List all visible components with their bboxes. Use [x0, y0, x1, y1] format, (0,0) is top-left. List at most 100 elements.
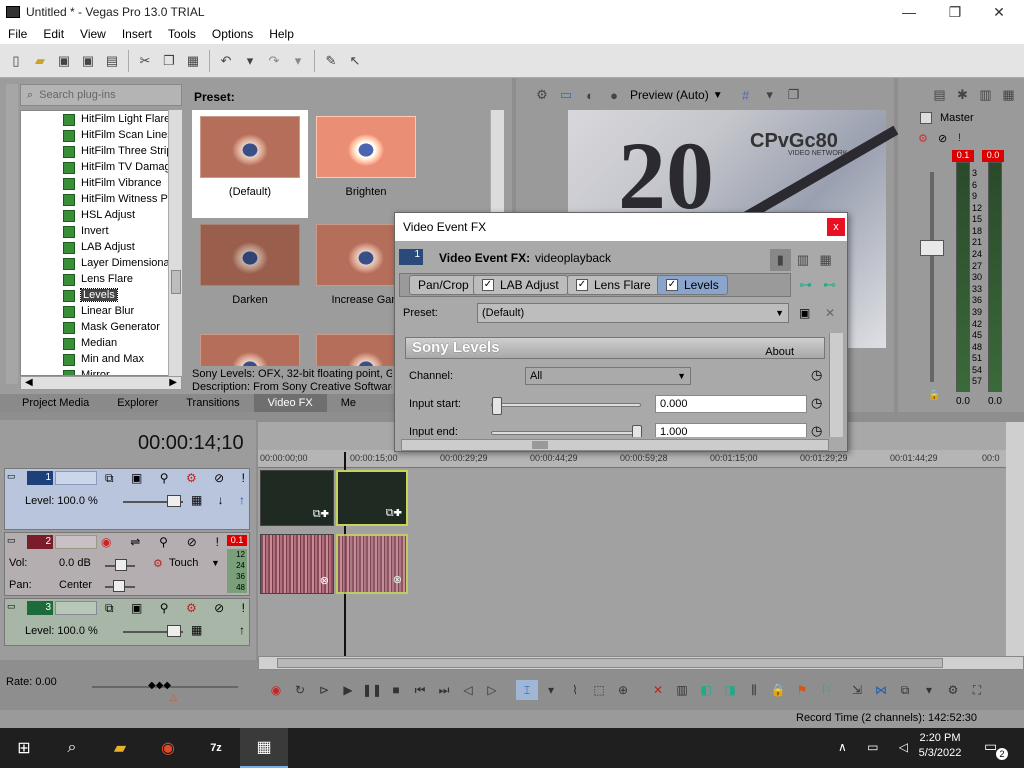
vol-slider[interactable] — [105, 559, 135, 571]
view-grid-icon[interactable]: ▦ — [815, 249, 836, 271]
master-fx-icon[interactable]: ⚙ — [918, 132, 928, 145]
next-frame-icon[interactable]: ▷ — [481, 680, 503, 700]
compositing-mode-icon[interactable]: ⧉ — [105, 601, 114, 616]
hscroll-thumb[interactable] — [277, 658, 943, 668]
preview-dropdown-icon[interactable]: ▼ — [713, 90, 723, 101]
input-end-slider[interactable] — [491, 425, 642, 437]
up-icon[interactable]: ↑ — [239, 623, 245, 637]
pause-icon[interactable]: ❚❚ — [361, 680, 383, 700]
clip-pan-crop-icon[interactable]: ⧉✚ — [313, 508, 329, 521]
preset-select[interactable]: (Default) ▼ — [477, 303, 789, 323]
pan-slider[interactable] — [105, 580, 135, 592]
preset-default[interactable]: (Default) — [192, 110, 308, 218]
plugin-item[interactable]: HitFilm Scan Lines — [21, 127, 181, 143]
master-fader-knob[interactable] — [920, 240, 944, 256]
fx-icon[interactable]: ⚲ — [159, 535, 168, 549]
track-name-field[interactable] — [55, 601, 97, 615]
lock-icon[interactable]: 🔒 — [928, 390, 940, 401]
vegas-taskbar-icon[interactable]: ▦ — [240, 728, 288, 768]
plugin-item[interactable]: Invert — [21, 223, 181, 239]
chain-lens-flare[interactable]: ✓ Lens Flare — [567, 275, 660, 295]
parent-icon[interactable]: ▣ — [131, 471, 142, 486]
tab-project-media[interactable]: Project Media — [0, 394, 103, 412]
network-icon[interactable]: ▭ — [867, 740, 878, 754]
animate-icon[interactable]: ◷ — [811, 423, 822, 437]
delete-preset-icon[interactable]: ✕ — [825, 306, 835, 320]
level-slider-knob[interactable] — [167, 495, 181, 507]
plugin-item[interactable]: LAB Adjust — [21, 239, 181, 255]
mute-icon[interactable]: ⊘ — [214, 471, 224, 486]
input-start-knob[interactable] — [492, 397, 502, 415]
about-link[interactable]: About — [765, 342, 794, 362]
record-icon[interactable]: ◉ — [265, 680, 287, 700]
timeline-vscroll[interactable] — [1006, 422, 1024, 656]
tab-video-fx[interactable]: Video FX — [253, 394, 327, 412]
menu-view[interactable]: View — [72, 27, 114, 41]
plugin-chain-icon[interactable]: ⊶ — [799, 277, 812, 293]
plugin-tree[interactable]: HitFilm Light Flares HitFilm Scan Lines Hi… — [20, 110, 182, 376]
save-preset-icon[interactable]: ▣ — [799, 306, 810, 320]
insert-marker-icon[interactable]: ⚑ — [791, 680, 813, 700]
channel-select[interactable]: All ▼ — [525, 367, 691, 385]
paste-icon[interactable]: ▦ — [182, 50, 204, 72]
solo-icon[interactable]: ! — [216, 535, 219, 549]
dialog-vscroll[interactable] — [829, 333, 843, 437]
touch-mode[interactable]: Touch — [169, 557, 198, 569]
video-clip[interactable]: ⧉✚ — [260, 470, 334, 526]
level-slider[interactable] — [123, 625, 183, 637]
menu-insert[interactable]: Insert — [114, 27, 160, 41]
lock-envelopes-icon[interactable]: ⚙ — [942, 680, 964, 700]
scroll-left-icon[interactable]: ◀ — [25, 377, 33, 388]
start-windows-icon[interactable]: ⊞ — [0, 728, 48, 768]
tab-explorer[interactable]: Explorer — [103, 394, 172, 412]
plugin-item[interactable]: Median — [21, 335, 181, 351]
fx-icon[interactable]: ⚲ — [160, 471, 169, 486]
plugin-tree-hscroll[interactable]: ◀ ▶ — [20, 376, 182, 390]
plugin-item[interactable]: Mask Generator — [21, 319, 181, 335]
chain-lab-adjust[interactable]: ✓ LAB Adjust — [473, 275, 568, 295]
previous-frame-icon[interactable]: ◁ — [457, 680, 479, 700]
trim-end-icon[interactable]: ◨ — [719, 680, 741, 700]
zoom-tool-icon[interactable]: ⊕ — [612, 680, 634, 700]
arm-record-icon[interactable]: ◉ — [101, 535, 111, 549]
rate-slider-knob[interactable]: ◆◆◆ — [148, 680, 171, 691]
go-to-start-icon[interactable]: ⏮ — [409, 680, 431, 700]
selection-tool-icon[interactable]: ⬚ — [588, 680, 610, 700]
plugin-item[interactable]: HitFilm Vibrance — [21, 175, 181, 191]
down-icon[interactable]: ↓ — [218, 493, 224, 507]
delete-icon[interactable]: ✕ — [647, 680, 669, 700]
overlays-icon[interactable]: # — [735, 84, 757, 106]
search-plugins-input[interactable]: ⌕ Search plug-ins — [20, 84, 182, 106]
plugin-item[interactable]: Linear Blur — [21, 303, 181, 319]
invert-phase-icon[interactable]: ⇌ — [130, 535, 140, 549]
mixer-bus-icon[interactable]: ▥ — [975, 84, 996, 106]
save-icon[interactable]: ▣ — [53, 50, 75, 72]
dialog-hscroll[interactable] — [401, 439, 829, 451]
dialog-close-button[interactable]: x — [827, 218, 845, 236]
track-name-field[interactable] — [55, 471, 97, 485]
scroll-thumb[interactable] — [171, 270, 181, 294]
track-fx-icon[interactable]: ⚙ — [186, 601, 197, 616]
master-fader-track[interactable] — [930, 172, 934, 382]
up-icon[interactable]: ↑ — [239, 493, 245, 507]
preview-properties-icon[interactable]: ⚙ — [531, 84, 553, 106]
minimize-button[interactable]: — — [886, 0, 932, 24]
clip-pan-crop-icon[interactable]: ⧉✚ — [386, 507, 402, 520]
check-icon[interactable]: ✓ — [482, 279, 494, 291]
solo-icon[interactable]: ! — [242, 471, 245, 486]
plugin-item[interactable]: HitFilm Light Flares — [21, 111, 181, 127]
menu-options[interactable]: Options — [204, 27, 261, 41]
undo-dropdown-icon[interactable]: ▾ — [239, 50, 261, 72]
play-from-start-icon[interactable]: ⊳ — [313, 680, 335, 700]
file-explorer-icon[interactable]: ▰ — [96, 728, 144, 768]
preset-darken[interactable]: Darken — [192, 218, 308, 326]
edit-tool-dropdown-icon[interactable]: ▾ — [540, 680, 562, 700]
copy-icon[interactable]: ❐ — [158, 50, 180, 72]
trim-icon[interactable]: ▥ — [671, 680, 693, 700]
lock-clip-icon[interactable]: 🔒 — [767, 680, 789, 700]
track-header-audio-2[interactable]: ▭ 2 ◉ ⇌ ⚲ ⊘ ! 0.1 12 24 36 48 Vol: 0.0 dB ⚙… — [4, 532, 250, 596]
ripple-edit-icon[interactable]: ⧉ — [894, 680, 916, 700]
plugin-item[interactable]: Layer Dimensional — [21, 255, 181, 271]
search-taskbar-icon[interactable]: ⌕ — [48, 728, 96, 768]
time-ruler[interactable]: 00:00:00;00 00:00:15;00 00:00:29;29 00:00:4… — [258, 450, 1024, 468]
